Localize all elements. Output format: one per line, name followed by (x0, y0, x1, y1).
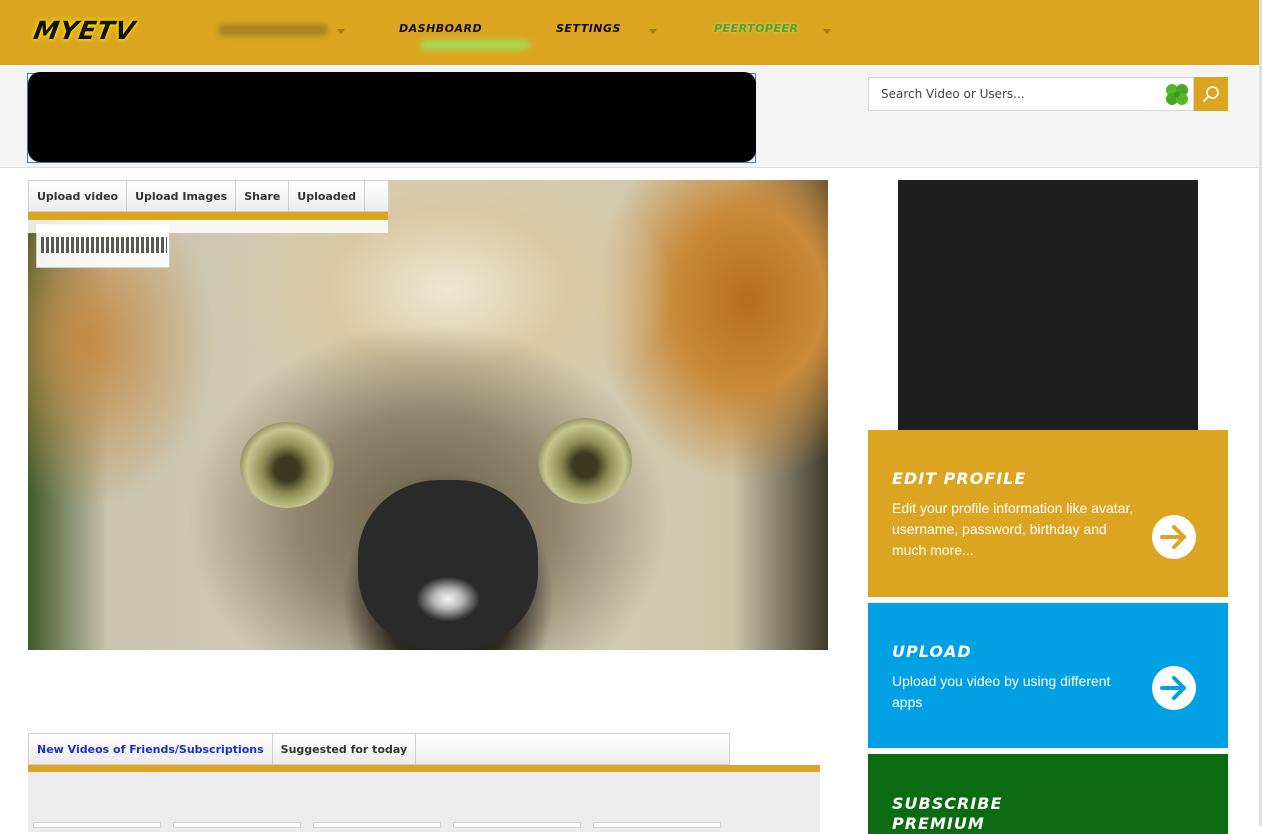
card-text: Upload you video by using different apps (892, 673, 1111, 710)
tab-new-videos-friends[interactable]: New Videos of Friends/Subscriptions (29, 734, 273, 764)
search-input[interactable] (869, 78, 1159, 110)
nav-highlight-glow (420, 40, 530, 50)
tab-panel (28, 220, 388, 233)
banner-ad-frame[interactable] (27, 72, 756, 163)
chevron-down-icon[interactable] (649, 29, 657, 34)
search-box (868, 77, 1194, 111)
card-title: EDIT PROFILE (892, 469, 1027, 488)
arrow-right-icon[interactable] (1151, 665, 1197, 711)
edit-profile-card[interactable]: EDIT PROFILE Edit your profile informati… (868, 430, 1228, 597)
video-thumbnail[interactable] (33, 822, 161, 828)
tab-upload-images[interactable]: Upload Images (127, 181, 237, 211)
search-button[interactable] (1194, 77, 1228, 111)
upload-card[interactable]: UPLOAD Upload you video by using differe… (868, 603, 1228, 748)
watermark-logo (41, 237, 167, 253)
feed-tabbar: New Videos of Friends/Subscriptions Sugg… (28, 733, 730, 765)
video-thumbnail[interactable] (593, 822, 721, 828)
chevron-down-icon[interactable] (823, 29, 831, 34)
banner-ad[interactable] (28, 72, 756, 162)
arrow-right-icon[interactable] (1151, 514, 1197, 560)
video-thumbnail[interactable] (173, 822, 301, 828)
nav-item-peertopeer[interactable]: PEERTOPEER (714, 22, 798, 35)
card-title: SUBSCRIBE PREMIUM (892, 794, 1003, 833)
featured-video[interactable] (28, 180, 828, 650)
search-icon (1203, 86, 1219, 102)
nav-item-settings[interactable]: SETTINGS (556, 22, 621, 35)
tab-suggested-today[interactable]: Suggested for today (273, 734, 417, 764)
chevron-down-icon[interactable] (337, 29, 345, 34)
tabbar-underline (28, 212, 388, 220)
feed-tabbar-underline (28, 765, 820, 772)
tab-upload-video[interactable]: Upload video (29, 181, 128, 211)
subscribe-premium-card[interactable]: SUBSCRIBE PREMIUM (868, 754, 1228, 834)
header-strip (0, 65, 1262, 168)
nav-item-dashboard[interactable]: DASHBOARD (399, 22, 482, 35)
card-text: Edit your profile information like avata… (892, 500, 1134, 558)
video-thumbnail[interactable] (313, 822, 441, 828)
video-frame-detail (240, 422, 334, 508)
tab-share[interactable]: Share (236, 181, 290, 211)
site-logo[interactable]: MYETV (31, 16, 138, 45)
clover-icon (1166, 84, 1188, 105)
video-feed (28, 772, 820, 832)
top-navbar: MYETV DASHBOARD SETTINGS PEERTOPEER (0, 0, 1262, 65)
video-frame-detail (538, 418, 632, 504)
sidebar-ad[interactable] (898, 180, 1198, 430)
card-title: UPLOAD (892, 642, 972, 661)
video-frame-detail (358, 480, 538, 650)
video-thumbnail[interactable] (453, 822, 581, 828)
upload-tabbar: Upload video Upload Images Share Uploade… (28, 180, 389, 212)
tab-uploaded[interactable]: Uploaded (289, 181, 366, 211)
nav-item-username-blurred[interactable] (218, 24, 328, 36)
